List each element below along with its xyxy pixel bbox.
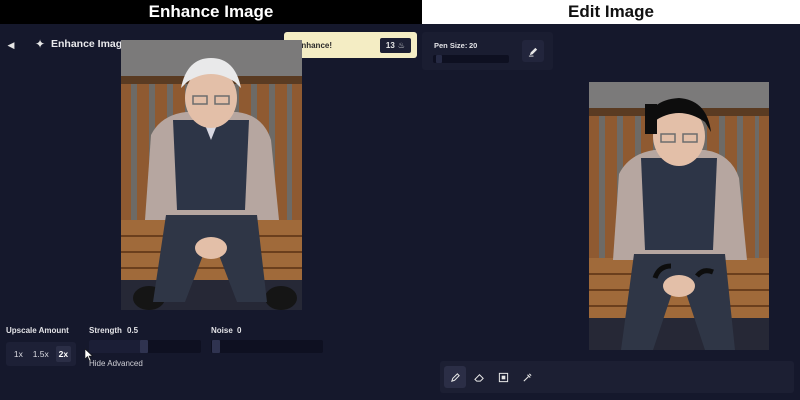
banner-title: Enhance Image (148, 2, 274, 21)
cost-value: 13 (385, 40, 395, 50)
enhance-button[interactable]: Enhance! 13 ♨ (284, 32, 417, 58)
noise-value: 0 (237, 326, 242, 335)
strength-slider-fill (89, 340, 146, 353)
upscale-selector: 1x 1.5x 2x (6, 342, 76, 366)
pen-size-slider[interactable] (433, 55, 509, 63)
pen-edit-icon (528, 47, 537, 57)
pencil-icon (450, 372, 460, 382)
edit-toolbar (440, 361, 794, 393)
upscale-option-2x[interactable]: 2x (55, 346, 72, 362)
noise-label: Noise (211, 326, 233, 335)
sparkle-icon: ✦ (34, 37, 46, 51)
upscale-option-1-5x[interactable]: 1.5x (30, 346, 52, 362)
eyedropper-tool-button[interactable] (516, 366, 538, 388)
enhance-preview-image (121, 40, 302, 310)
edit-canvas-image[interactable] (589, 82, 769, 350)
enhance-image-banner: Enhance Image (0, 0, 422, 24)
upscale-option-1x[interactable]: 1x (11, 346, 26, 362)
back-arrow-icon[interactable]: ◀ (6, 39, 16, 51)
pencil-tool-button[interactable] (444, 366, 466, 388)
strength-value: 0.5 (127, 326, 139, 335)
strength-slider[interactable] (89, 340, 201, 353)
eyedropper-icon (522, 372, 532, 382)
pen-size-control: Pen Size: 20 (422, 32, 553, 70)
strength-label: Strength (89, 326, 122, 335)
select-tool-button[interactable] (492, 366, 514, 388)
eraser-tool-button[interactable] (468, 366, 490, 388)
eraser-icon (473, 373, 484, 382)
cost-badge: 13 ♨ (379, 37, 411, 53)
panel-title: Enhance Image (51, 38, 129, 50)
banner-title: Edit Image (568, 2, 654, 21)
strength-slider-thumb[interactable] (140, 340, 148, 353)
pen-size-label: Pen Size: (434, 41, 468, 50)
upscale-amount-label: Upscale Amount (6, 326, 69, 335)
hide-advanced-link[interactable]: Hide Advanced (89, 359, 143, 368)
pen-size-value: 20 (469, 41, 478, 50)
select-icon (498, 372, 508, 382)
noise-slider[interactable] (211, 340, 323, 353)
coin-icon: ♨ (397, 40, 405, 50)
pen-size-slider-thumb[interactable] (436, 55, 442, 63)
noise-slider-thumb[interactable] (212, 340, 220, 353)
edit-image-banner: Edit Image (422, 0, 800, 24)
pen-settings-button[interactable] (522, 40, 544, 62)
